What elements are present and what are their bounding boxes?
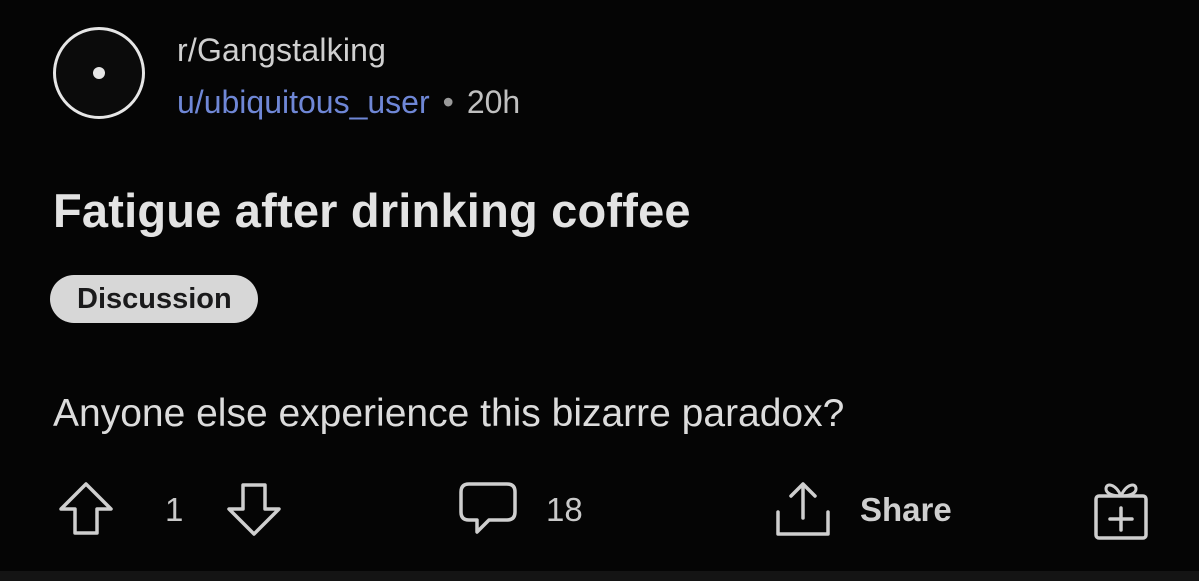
vote-score: 1	[165, 491, 184, 528]
flair-badge[interactable]: Discussion	[50, 275, 258, 323]
comments-button[interactable]: 18	[455, 478, 605, 542]
subreddit-name[interactable]: r/Gangstalking	[177, 30, 386, 70]
vote-controls: 1	[54, 478, 286, 542]
avatar-dot	[93, 67, 105, 79]
comment-bubble-icon	[459, 482, 517, 534]
gift-award-icon	[1094, 483, 1148, 540]
post-title[interactable]: Fatigue after drinking coffee	[53, 183, 691, 239]
share-button[interactable]: Share	[770, 478, 980, 542]
author-username[interactable]: u/ubiquitous_user	[177, 84, 430, 120]
meta-separator: •	[442, 84, 454, 120]
post-card: r/Gangstalking u/ubiquitous_user • 20h Fat…	[0, 0, 1199, 581]
comment-count: 18	[546, 491, 583, 528]
post-meta: u/ubiquitous_user • 20h	[177, 82, 520, 122]
award-button[interactable]	[1086, 478, 1156, 542]
share-upload-icon	[776, 482, 830, 536]
share-label: Share	[860, 491, 952, 528]
upvote-arrow-icon[interactable]	[54, 478, 118, 542]
post-age: 20h	[466, 84, 521, 120]
downvote-arrow-icon[interactable]	[222, 478, 286, 542]
subreddit-avatar-icon[interactable]	[53, 27, 145, 119]
bottom-divider	[0, 571, 1199, 581]
post-body: Anyone else experience this bizarre para…	[53, 392, 845, 435]
